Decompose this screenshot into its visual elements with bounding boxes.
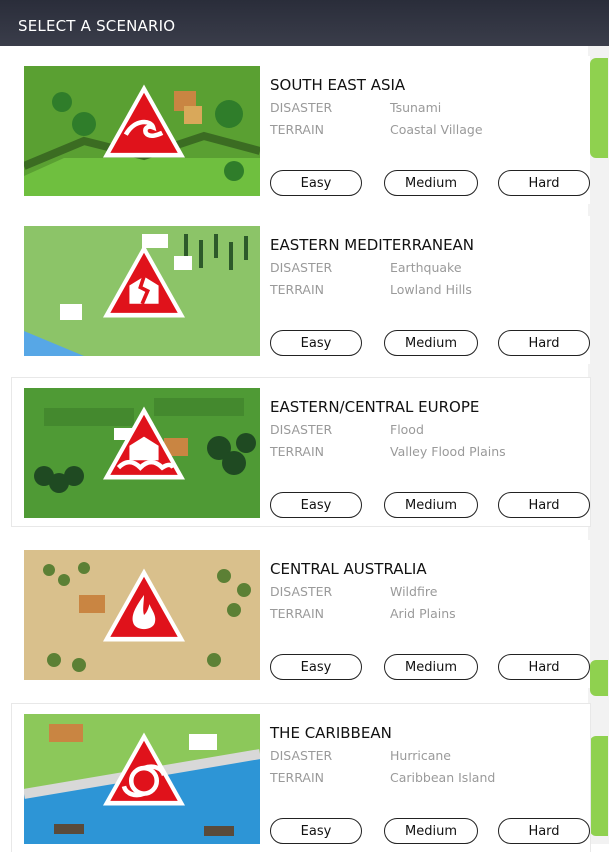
- scenario-title: CENTRAL AUSTRALIA: [270, 560, 427, 578]
- medium-button[interactable]: Medium: [384, 818, 478, 844]
- disaster-label: DISASTER: [270, 584, 333, 599]
- disaster-label: DISASTER: [270, 748, 333, 763]
- terrain-value: Lowland Hills: [390, 282, 472, 297]
- flood-icon: [103, 406, 185, 480]
- hard-button[interactable]: Hard: [498, 818, 590, 844]
- scenario-card-eastern-mediterranean[interactable]: EASTERN MEDITERRANEAN DISASTER Earthquak…: [12, 216, 590, 364]
- hard-button[interactable]: Hard: [498, 170, 590, 196]
- easy-button[interactable]: Easy: [270, 654, 362, 680]
- header-title: SELECT A SCENARIO: [18, 17, 176, 35]
- earthquake-icon: [103, 244, 185, 318]
- wildfire-icon: [103, 568, 185, 642]
- disaster-label: DISASTER: [270, 100, 333, 115]
- scenario-title: THE CARIBBEAN: [270, 724, 392, 742]
- terrain-label: TERRAIN: [270, 770, 324, 785]
- medium-button[interactable]: Medium: [384, 492, 478, 518]
- scenario-thumbnail: [24, 66, 260, 196]
- terrain-value: Valley Flood Plains: [390, 444, 506, 459]
- disaster-value: Wildfire: [390, 584, 438, 599]
- app-header: SELECT A SCENARIO: [0, 0, 609, 46]
- scrollbar-thumb-lower[interactable]: [590, 660, 608, 696]
- medium-button[interactable]: Medium: [384, 654, 478, 680]
- scenario-card-the-caribbean[interactable]: THE CARIBBEAN DISASTER Hurricane TERRAIN…: [12, 704, 590, 852]
- hurricane-icon: [103, 732, 185, 806]
- hard-button[interactable]: Hard: [498, 492, 590, 518]
- terrain-label: TERRAIN: [270, 122, 324, 137]
- terrain-label: TERRAIN: [270, 444, 324, 459]
- scenario-thumbnail: [24, 550, 260, 680]
- terrain-label: TERRAIN: [270, 606, 324, 621]
- scenario-thumbnail: [24, 714, 260, 844]
- scenario-card-south-east-asia[interactable]: SOUTH EAST ASIA DISASTER Tsunami TERRAIN…: [12, 56, 590, 204]
- disaster-value: Tsunami: [390, 100, 442, 115]
- tsunami-icon: [103, 84, 185, 158]
- disaster-value: Flood: [390, 422, 424, 437]
- hard-button[interactable]: Hard: [498, 330, 590, 356]
- easy-button[interactable]: Easy: [270, 492, 362, 518]
- disaster-label: DISASTER: [270, 422, 333, 437]
- terrain-value: Arid Plains: [390, 606, 456, 621]
- medium-button[interactable]: Medium: [384, 170, 478, 196]
- scenario-title: EASTERN/CENTRAL EUROPE: [270, 398, 480, 416]
- terrain-value: Coastal Village: [390, 122, 483, 137]
- scrollbar-thumb-bottom[interactable]: [590, 736, 608, 836]
- scenario-card-eastern-central-europe[interactable]: EASTERN/CENTRAL EUROPE DISASTER Flood TE…: [12, 378, 590, 526]
- disaster-value: Earthquake: [390, 260, 462, 275]
- easy-button[interactable]: Easy: [270, 818, 362, 844]
- scrollbar-thumb[interactable]: [590, 58, 608, 158]
- scenario-thumbnail: [24, 226, 260, 356]
- scenario-thumbnail: [24, 388, 260, 518]
- medium-button[interactable]: Medium: [384, 330, 478, 356]
- easy-button[interactable]: Easy: [270, 170, 362, 196]
- scenario-card-central-australia[interactable]: CENTRAL AUSTRALIA DISASTER Wildfire TERR…: [12, 540, 590, 688]
- disaster-label: DISASTER: [270, 260, 333, 275]
- easy-button[interactable]: Easy: [270, 330, 362, 356]
- hard-button[interactable]: Hard: [498, 654, 590, 680]
- disaster-value: Hurricane: [390, 748, 451, 763]
- scenario-title: SOUTH EAST ASIA: [270, 76, 406, 94]
- terrain-value: Caribbean Island: [390, 770, 496, 785]
- scenario-title: EASTERN MEDITERRANEAN: [270, 236, 475, 254]
- terrain-label: TERRAIN: [270, 282, 324, 297]
- scrollbar-track[interactable]: [588, 46, 609, 844]
